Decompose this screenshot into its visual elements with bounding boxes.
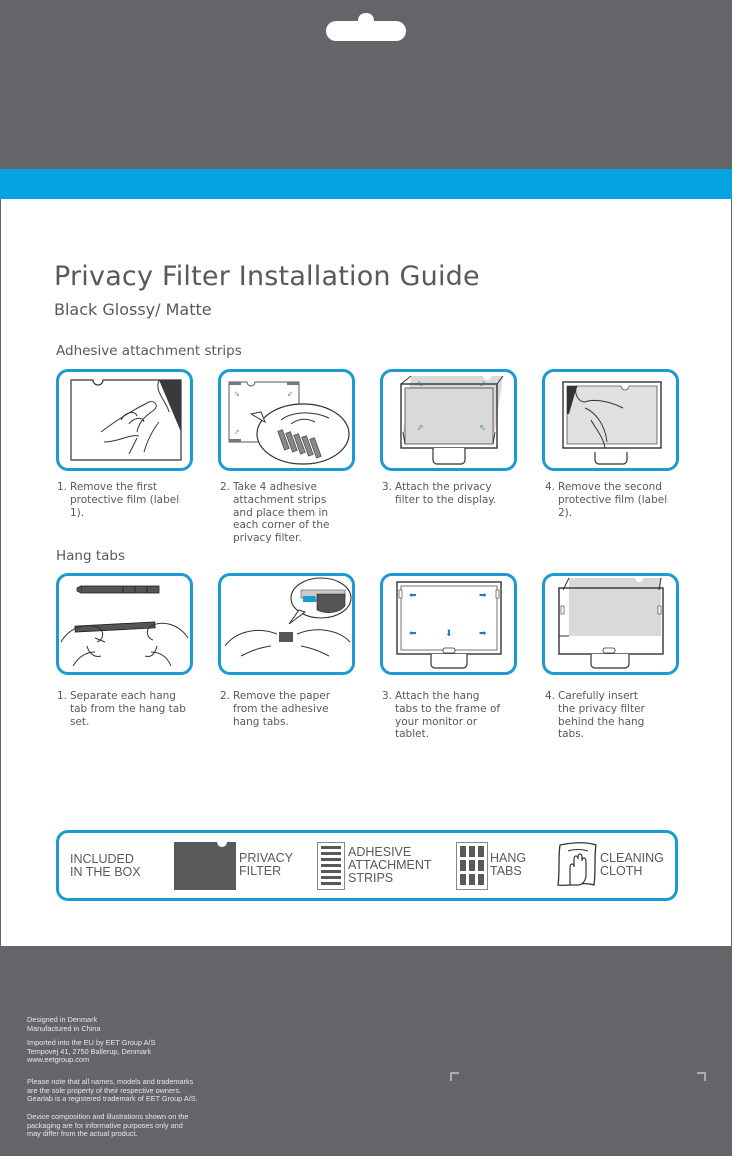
attach-filter-monitor-icon: ⬂ ⬃ ⬀ ⬁ xyxy=(400,375,504,465)
svg-text:⬂: ⬂ xyxy=(234,390,240,398)
step-hang-1: 1. Separate each hang tab from the hang … xyxy=(57,690,186,728)
privacy-filter-icon xyxy=(174,842,236,890)
hang-hole-icon xyxy=(326,13,406,41)
footer-origin: Designed in Denmark Manufactured in Chin… xyxy=(27,1015,101,1033)
svg-text:➡: ➡ xyxy=(479,591,487,601)
svg-text:⬅: ⬅ xyxy=(409,591,417,601)
step-card-adhesive-2: ⬂ ⬃ ⬀ xyxy=(218,369,355,471)
item-adhesive-strips-label: ADHESIVE ATTACHMENT STRIPS xyxy=(348,845,432,885)
svg-text:⬅: ⬅ xyxy=(409,629,417,639)
svg-text:⬃: ⬃ xyxy=(479,379,486,388)
hang-tabs-icon xyxy=(456,842,488,890)
step-card-hang-1 xyxy=(56,573,193,675)
page-title: Privacy Filter Installation Guide xyxy=(54,261,480,292)
step-card-adhesive-3: ⬂ ⬃ ⬀ ⬁ xyxy=(380,369,517,471)
svg-text:⬃: ⬃ xyxy=(287,390,293,398)
step-hang-4: 4. Carefully insert the privacy filter b… xyxy=(545,690,645,741)
peel-film-icon xyxy=(70,379,182,461)
footer-importer: Imported into the EU by EET Group A/S Te… xyxy=(27,1038,156,1065)
svg-text:⬂: ⬂ xyxy=(417,379,424,388)
step-adhesive-1: 1. Remove the first protective film (lab… xyxy=(57,481,180,519)
step-adhesive-3: 3. Attach the privacy filter to the disp… xyxy=(382,481,497,506)
svg-text:⬁: ⬁ xyxy=(479,423,486,432)
step-card-adhesive-1 xyxy=(56,369,193,471)
step-adhesive-4: 4. Remove the second protective film (la… xyxy=(545,481,668,519)
footer-disclaimer: Device composition and illustrations sho… xyxy=(27,1112,189,1139)
step-hang-2: 2. Remove the paper from the adhesive ha… xyxy=(220,690,331,728)
peel-second-film-icon xyxy=(562,381,662,465)
step-card-hang-2 xyxy=(218,573,355,675)
step-card-adhesive-4 xyxy=(542,369,679,471)
accent-band xyxy=(0,169,732,199)
page-subtitle: Black Glossy/ Matte xyxy=(54,300,212,319)
svg-text:➡: ➡ xyxy=(479,629,487,639)
section-heading-adhesive: Adhesive attachment strips xyxy=(56,343,242,359)
attach-hang-tabs-icon: ⬅ ➡ ⬅ ⬇ ➡ xyxy=(396,581,502,669)
svg-text:⬀: ⬀ xyxy=(234,428,240,436)
insert-filter-icon xyxy=(558,577,664,669)
item-privacy-filter-label: PRIVACY FILTER xyxy=(239,851,293,878)
included-in-box-panel: INCLUDED IN THE BOX PRIVACY FILTER ADHES… xyxy=(56,830,678,901)
included-heading: INCLUDED IN THE BOX xyxy=(70,852,141,879)
item-hang-tabs-label: HANG TABS xyxy=(490,851,527,878)
crop-mark-left-icon xyxy=(450,1072,459,1081)
adhesive-strips-icon: ⬂ ⬃ ⬀ xyxy=(228,381,350,465)
step-hang-3: 3. Attach the hang tabs to the frame of … xyxy=(382,690,501,741)
footer-trademark: Please note that all names, models and t… xyxy=(27,1077,198,1104)
step-card-hang-4 xyxy=(542,573,679,675)
section-heading-hang-tabs: Hang tabs xyxy=(56,548,126,564)
step-card-hang-3: ⬅ ➡ ⬅ ⬇ ➡ xyxy=(380,573,517,675)
cleaning-cloth-icon xyxy=(557,842,597,887)
crop-mark-right-icon xyxy=(697,1072,706,1081)
step-adhesive-2: 2. Take 4 adhesive attachment strips and… xyxy=(220,481,330,545)
svg-text:⬀: ⬀ xyxy=(417,423,424,432)
item-cleaning-cloth-label: CLEANING CLOTH xyxy=(600,851,664,878)
separate-hang-tabs-icon xyxy=(60,585,189,667)
adhesive-strips-icon xyxy=(317,842,345,890)
svg-text:⬇: ⬇ xyxy=(445,629,453,639)
remove-paper-icon xyxy=(224,577,352,657)
